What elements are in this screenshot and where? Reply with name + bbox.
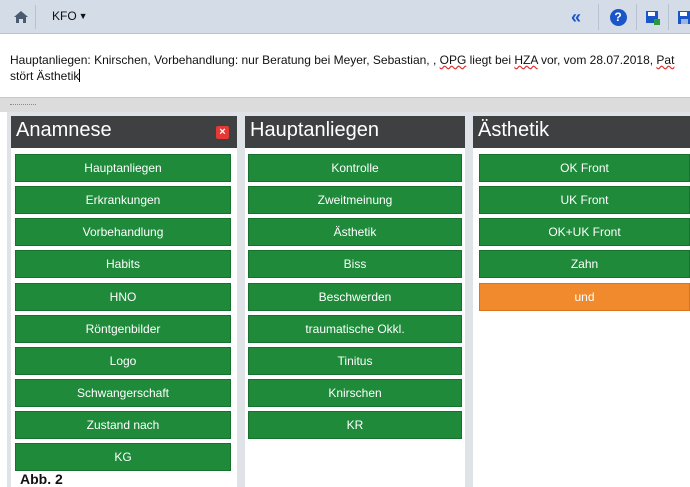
- panel-anamnese: Anamnese × Hauptanliegen Erkrankungen Vo…: [7, 112, 241, 487]
- list-item[interactable]: traumatische Okkl.: [248, 315, 462, 343]
- editor-text: vor, vom 28.07.2018,: [537, 53, 657, 67]
- panel-title: Ästhetik: [473, 116, 690, 148]
- toolbar-divider: [668, 4, 669, 30]
- list-item[interactable]: Röntgenbilder: [15, 315, 231, 343]
- list-item[interactable]: Erkrankungen: [15, 186, 231, 214]
- list-item[interactable]: HNO: [15, 283, 231, 311]
- list-item[interactable]: Hauptanliegen: [15, 154, 231, 182]
- toolbar-divider: [598, 4, 599, 30]
- kfo-menu-label: KFO: [52, 9, 77, 23]
- editor-line-2: stört Ästhetik: [10, 68, 680, 84]
- collapse-left-button[interactable]: «: [560, 0, 592, 34]
- list-item[interactable]: Zustand nach: [15, 411, 231, 439]
- home-icon: [13, 11, 28, 23]
- list-item[interactable]: Vorbehandlung: [15, 218, 231, 246]
- resize-handle[interactable]: [0, 98, 690, 112]
- save-button[interactable]: [674, 0, 690, 34]
- editor-text: Hauptanliegen: Knirschen, Vorbehandlung:…: [10, 53, 440, 67]
- list-item[interactable]: Logo: [15, 347, 231, 375]
- list-item[interactable]: UK Front: [479, 186, 690, 214]
- save-add-button[interactable]: [640, 0, 664, 34]
- panel-title-text: Hauptanliegen: [250, 119, 379, 141]
- panel-title-text: Anamnese: [16, 119, 112, 141]
- close-icon[interactable]: ×: [216, 126, 229, 139]
- findings-text-editor[interactable]: Hauptanliegen: Knirschen, Vorbehandlung:…: [0, 34, 690, 98]
- editor-text-hza: HZA: [514, 53, 538, 67]
- panel-title-text: Ästhetik: [478, 119, 550, 141]
- editor-text-pat: Pat: [656, 53, 675, 67]
- caret-down-icon: ▼: [78, 11, 88, 21]
- list-item[interactable]: Zweitmeinung: [248, 186, 462, 214]
- list-item[interactable]: Beschwerden: [248, 283, 462, 311]
- panel-hauptanliegen: Hauptanliegen Kontrolle Zweitmeinung Äst…: [241, 112, 469, 487]
- panel-title: Hauptanliegen: [245, 116, 465, 148]
- collapse-left-icon: «: [570, 6, 581, 27]
- list-item[interactable]: Zahn: [479, 250, 690, 278]
- help-button[interactable]: ?: [604, 0, 632, 34]
- list-item[interactable]: OK Front: [479, 154, 690, 182]
- list-item[interactable]: Schwangerschaft: [15, 379, 231, 407]
- list-item[interactable]: Knirschen: [248, 379, 462, 407]
- list-item[interactable]: Habits: [15, 250, 231, 278]
- list-item-selected[interactable]: und: [479, 283, 690, 311]
- text-cursor: [79, 69, 81, 82]
- kfo-menu[interactable]: KFO ▼: [52, 9, 88, 23]
- save-icon: [678, 10, 690, 24]
- list-item[interactable]: Biss: [248, 250, 462, 278]
- panel-aesthetik: Ästhetik OK Front UK Front OK+UK Front Z…: [469, 112, 690, 487]
- home-button[interactable]: [6, 5, 36, 29]
- list-item[interactable]: Kontrolle: [248, 154, 462, 182]
- list-item[interactable]: Tinitus: [248, 347, 462, 375]
- list-item[interactable]: KG: [15, 443, 231, 471]
- editor-line-1: Hauptanliegen: Knirschen, Vorbehandlung:…: [10, 52, 680, 68]
- list-item[interactable]: OK+UK Front: [479, 218, 690, 246]
- help-icon: ?: [609, 8, 627, 26]
- list-item[interactable]: KR: [248, 411, 462, 439]
- editor-text-opg: OPG: [439, 53, 467, 67]
- toolbar: KFO ▼ « ?: [0, 0, 690, 34]
- editor-text: liegt bei: [466, 53, 515, 67]
- editor-text: stört Ästhetik: [10, 69, 80, 83]
- list-item[interactable]: Ästhetik: [248, 218, 462, 246]
- figure-caption: Abb. 2: [18, 471, 65, 487]
- toolbar-divider: [636, 4, 637, 30]
- save-add-icon: [645, 10, 660, 25]
- panel-title: Anamnese ×: [11, 116, 237, 148]
